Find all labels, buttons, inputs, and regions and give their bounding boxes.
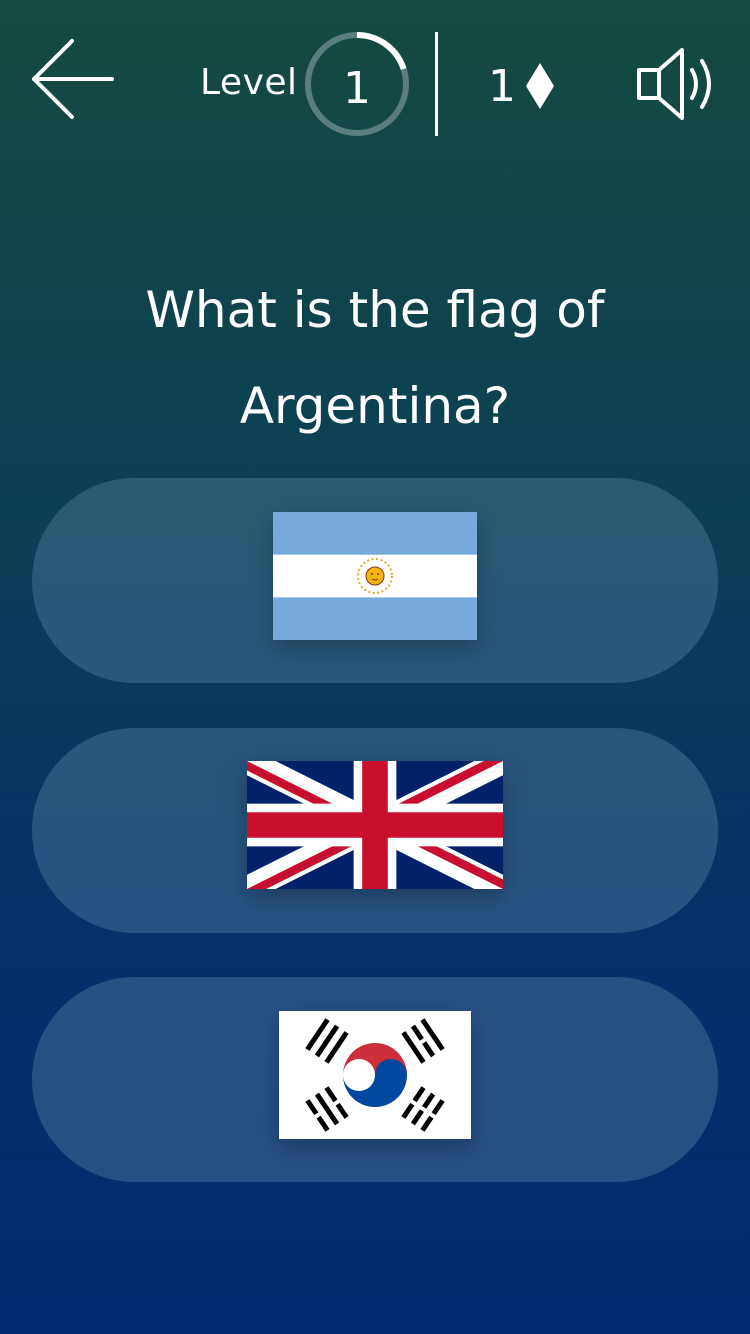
level-label: Level	[200, 62, 298, 103]
sound-toggle-button[interactable]	[634, 44, 724, 124]
back-arrow-icon	[32, 39, 114, 119]
question-line-2: Argentina?	[239, 377, 511, 435]
gems-counter: 1	[488, 58, 556, 114]
answer-option-south-korea[interactable]	[32, 977, 718, 1182]
question-text: What is the flag of Argentina?	[60, 262, 690, 454]
question-line-1: What is the flag of	[145, 281, 605, 339]
south-korea-flag-icon	[279, 1011, 471, 1139]
back-button[interactable]	[28, 36, 118, 126]
header-divider	[435, 32, 438, 136]
answer-option-united-kingdom[interactable]	[32, 728, 718, 933]
level-number: 1	[343, 62, 371, 114]
top-bar: Level 1 1	[0, 0, 750, 170]
answer-option-argentina[interactable]	[32, 478, 718, 683]
diamond-icon	[526, 63, 554, 109]
speaker-icon	[637, 48, 711, 120]
argentina-flag-icon	[273, 512, 477, 640]
gems-count: 1	[488, 60, 516, 112]
united-kingdom-flag-icon	[247, 761, 503, 889]
